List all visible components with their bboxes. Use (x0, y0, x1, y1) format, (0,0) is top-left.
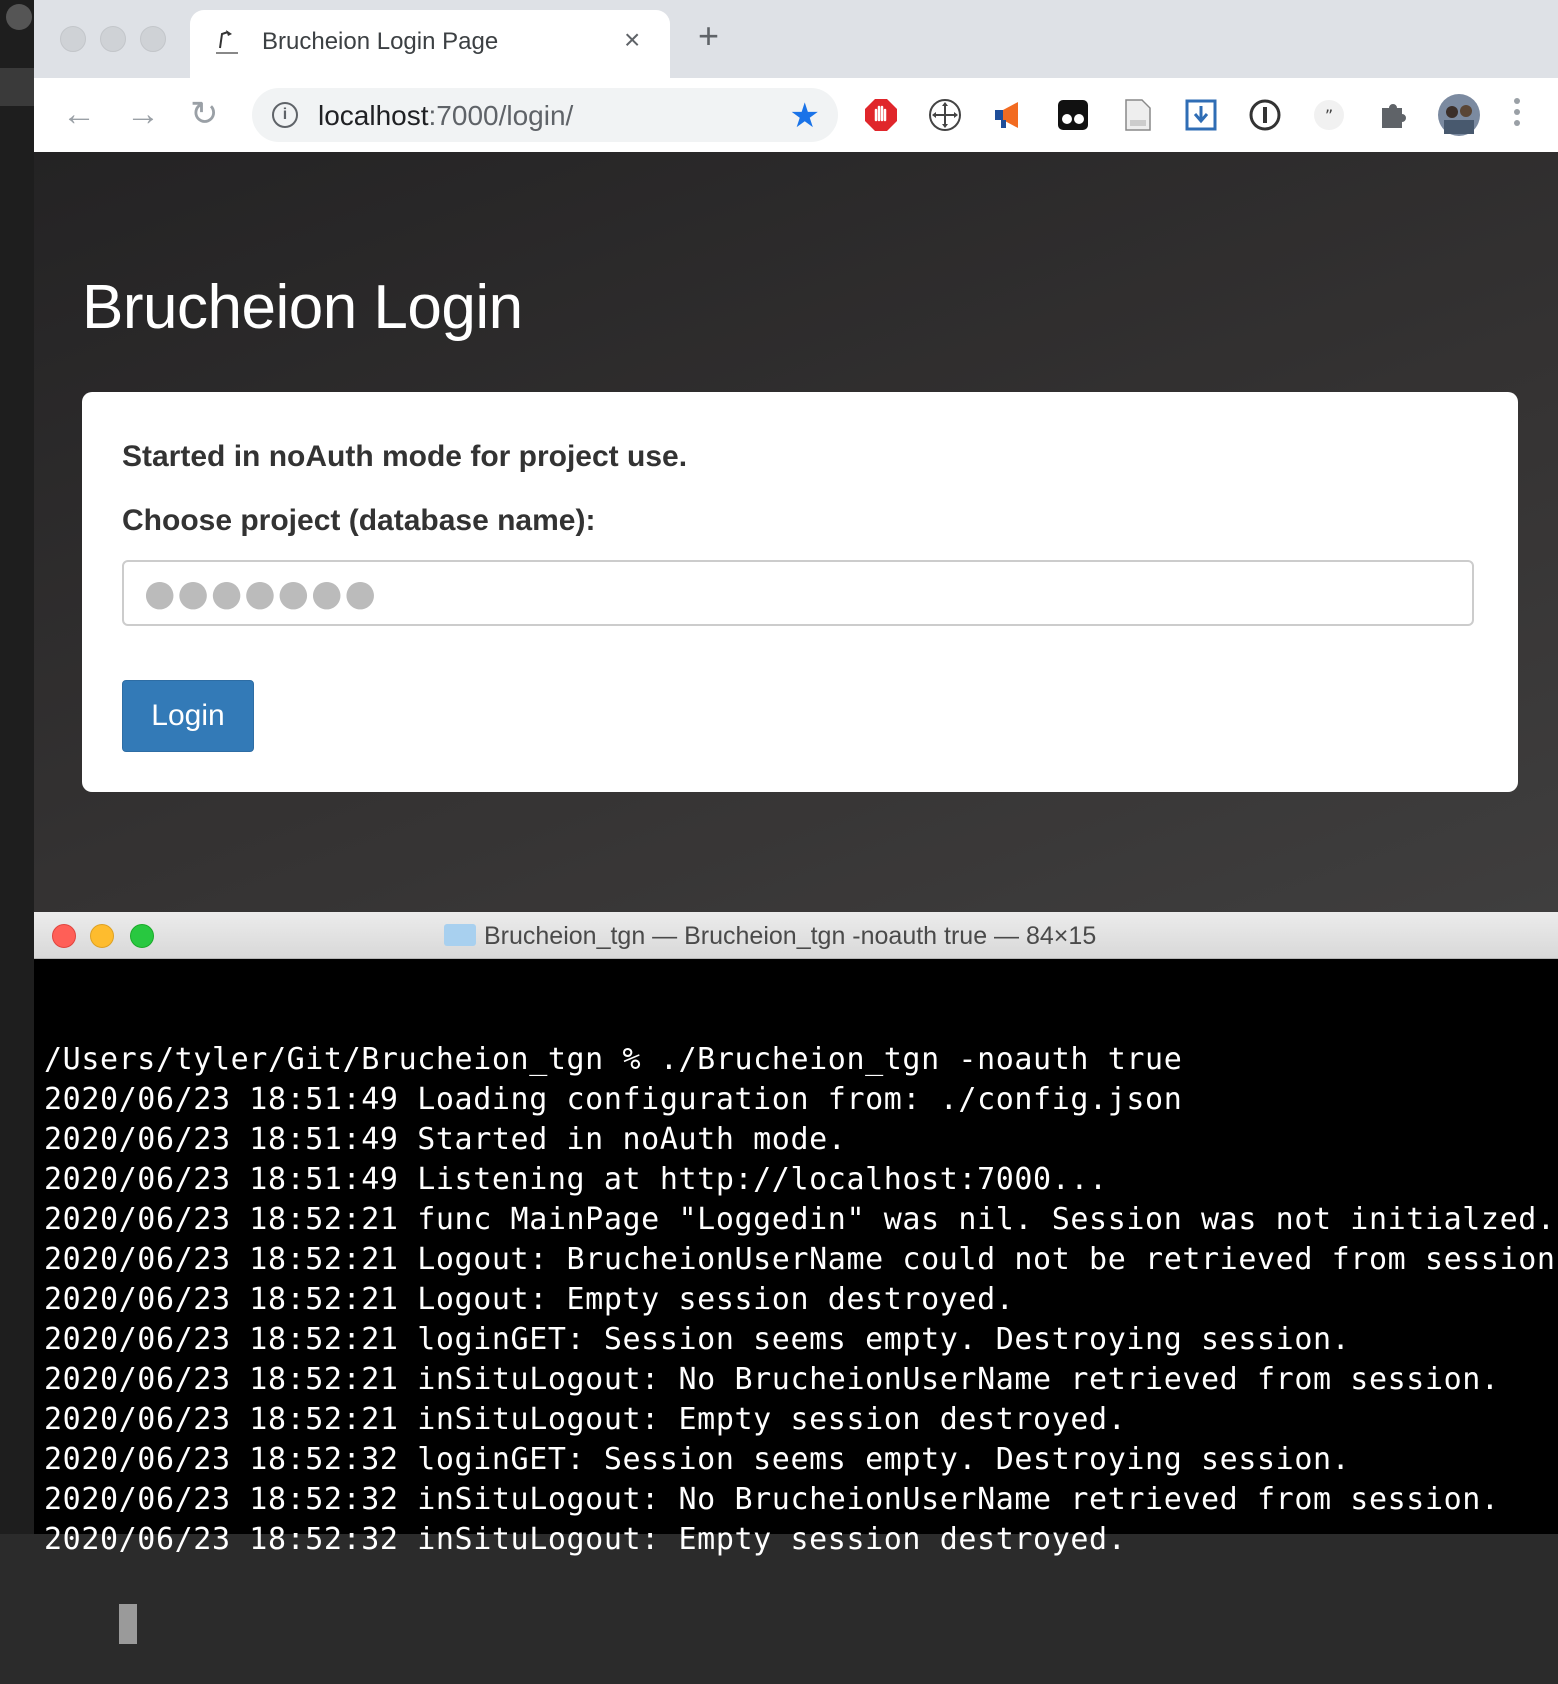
reload-button[interactable]: ↻ (190, 94, 219, 134)
tab-title: Brucheion Login Page (262, 28, 499, 55)
folder-icon (444, 924, 476, 946)
terminal-line: 2020/06/23 18:52:21 inSituLogout: Empty … (44, 1402, 1127, 1437)
terminal-line: /Users/tyler/Git/Brucheion_tgn % ./Bruch… (44, 1042, 1183, 1077)
terminal-line: 2020/06/23 18:52:32 loginGET: Session se… (44, 1442, 1351, 1477)
page-title: Brucheion Login (82, 273, 523, 342)
stop-hand-icon[interactable] (864, 98, 898, 132)
terminal-line: 2020/06/23 18:52:32 inSituLogout: Empty … (44, 1522, 1127, 1557)
project-input[interactable] (122, 560, 1474, 626)
address-bar[interactable]: i localhost:7000/login/ ★ (252, 88, 838, 142)
quote-icon[interactable]: ” (1312, 98, 1346, 132)
browser-menu-icon[interactable] (1514, 98, 1522, 131)
tab-brucheion-login[interactable]: Brucheion Login Page × (190, 10, 670, 78)
terminal-line: 2020/06/23 18:52:32 inSituLogout: No Bru… (44, 1482, 1500, 1517)
password-icon[interactable] (1248, 98, 1282, 132)
download-icon[interactable] (1184, 98, 1218, 132)
url-text[interactable]: localhost:7000/login/ (318, 100, 573, 132)
terminal-zoom-button[interactable] (130, 924, 154, 948)
profile-avatar[interactable] (1438, 94, 1480, 136)
background-window-button (6, 4, 32, 30)
forward-button[interactable]: → (126, 94, 160, 134)
bookmark-star-icon[interactable]: ★ (790, 96, 820, 136)
browser-window: Brucheion Login Page × + ← → ↻ i localho… (34, 0, 1558, 912)
noauth-notice: Started in noAuth mode for project use. (122, 440, 688, 473)
browser-toolbar: ← → ↻ i localhost:7000/login/ ★ ” (34, 78, 1558, 153)
tab-strip: Brucheion Login Page × + (34, 0, 1558, 78)
background-window-bar (0, 68, 34, 106)
terminal-title-bar: Brucheion_tgn — Brucheion_tgn -noauth tr… (34, 912, 1558, 959)
terminal-title: Brucheion_tgn — Brucheion_tgn -noauth tr… (484, 922, 1097, 950)
login-button[interactable]: Login (122, 680, 254, 752)
terminal-line: 2020/06/23 18:52:21 Logout: Empty sessio… (44, 1282, 1015, 1317)
terminal-lines: /Users/tyler/Git/Brucheion_tgn % ./Bruch… (44, 1040, 1558, 1560)
terminal-line: 2020/06/23 18:52:21 func MainPage "Logge… (44, 1202, 1556, 1237)
glasses-icon[interactable] (1056, 98, 1090, 132)
url-host: localhost (318, 100, 429, 131)
url-path: :7000/login/ (428, 100, 574, 131)
window-close-button[interactable] (60, 26, 86, 52)
terminal-output[interactable]: /Users/tyler/Git/Brucheion_tgn % ./Bruch… (44, 960, 1558, 1684)
terminal-minimize-button[interactable] (90, 924, 114, 948)
terminal-line: 2020/06/23 18:52:21 Logout: BrucheionUse… (44, 1242, 1558, 1277)
move-icon[interactable] (928, 98, 962, 132)
puzzle-icon[interactable] (1376, 98, 1410, 132)
new-tab-button[interactable]: + (698, 18, 719, 54)
site-info-icon[interactable]: i (272, 102, 298, 128)
terminal-close-button[interactable] (52, 924, 76, 948)
window-zoom-button[interactable] (140, 26, 166, 52)
terminal-line: 2020/06/23 18:51:49 Loading configuratio… (44, 1082, 1183, 1117)
terminal-line: 2020/06/23 18:51:49 Started in noAuth mo… (44, 1122, 847, 1157)
project-label: Choose project (database name): (122, 504, 596, 537)
document-icon[interactable] (1120, 98, 1154, 132)
window-minimize-button[interactable] (100, 26, 126, 52)
svg-text:”: ” (1325, 106, 1333, 125)
megaphone-icon[interactable] (992, 98, 1026, 132)
brucheion-favicon-icon (216, 30, 238, 54)
terminal-line: 2020/06/23 18:52:21 inSituLogout: No Bru… (44, 1362, 1500, 1397)
tab-close-icon[interactable]: × (624, 24, 640, 56)
terminal-window: Brucheion_tgn — Brucheion_tgn -noauth tr… (34, 912, 1558, 1644)
login-card: Started in noAuth mode for project use. … (82, 392, 1518, 792)
login-page: Brucheion Login Started in noAuth mode f… (34, 152, 1558, 912)
background-window-strip (0, 0, 34, 1534)
terminal-cursor (118, 1604, 137, 1644)
terminal-line: 2020/06/23 18:51:49 Listening at http://… (44, 1162, 1108, 1197)
back-button[interactable]: ← (62, 94, 96, 134)
terminal-line: 2020/06/23 18:52:21 loginGET: Session se… (44, 1322, 1351, 1357)
